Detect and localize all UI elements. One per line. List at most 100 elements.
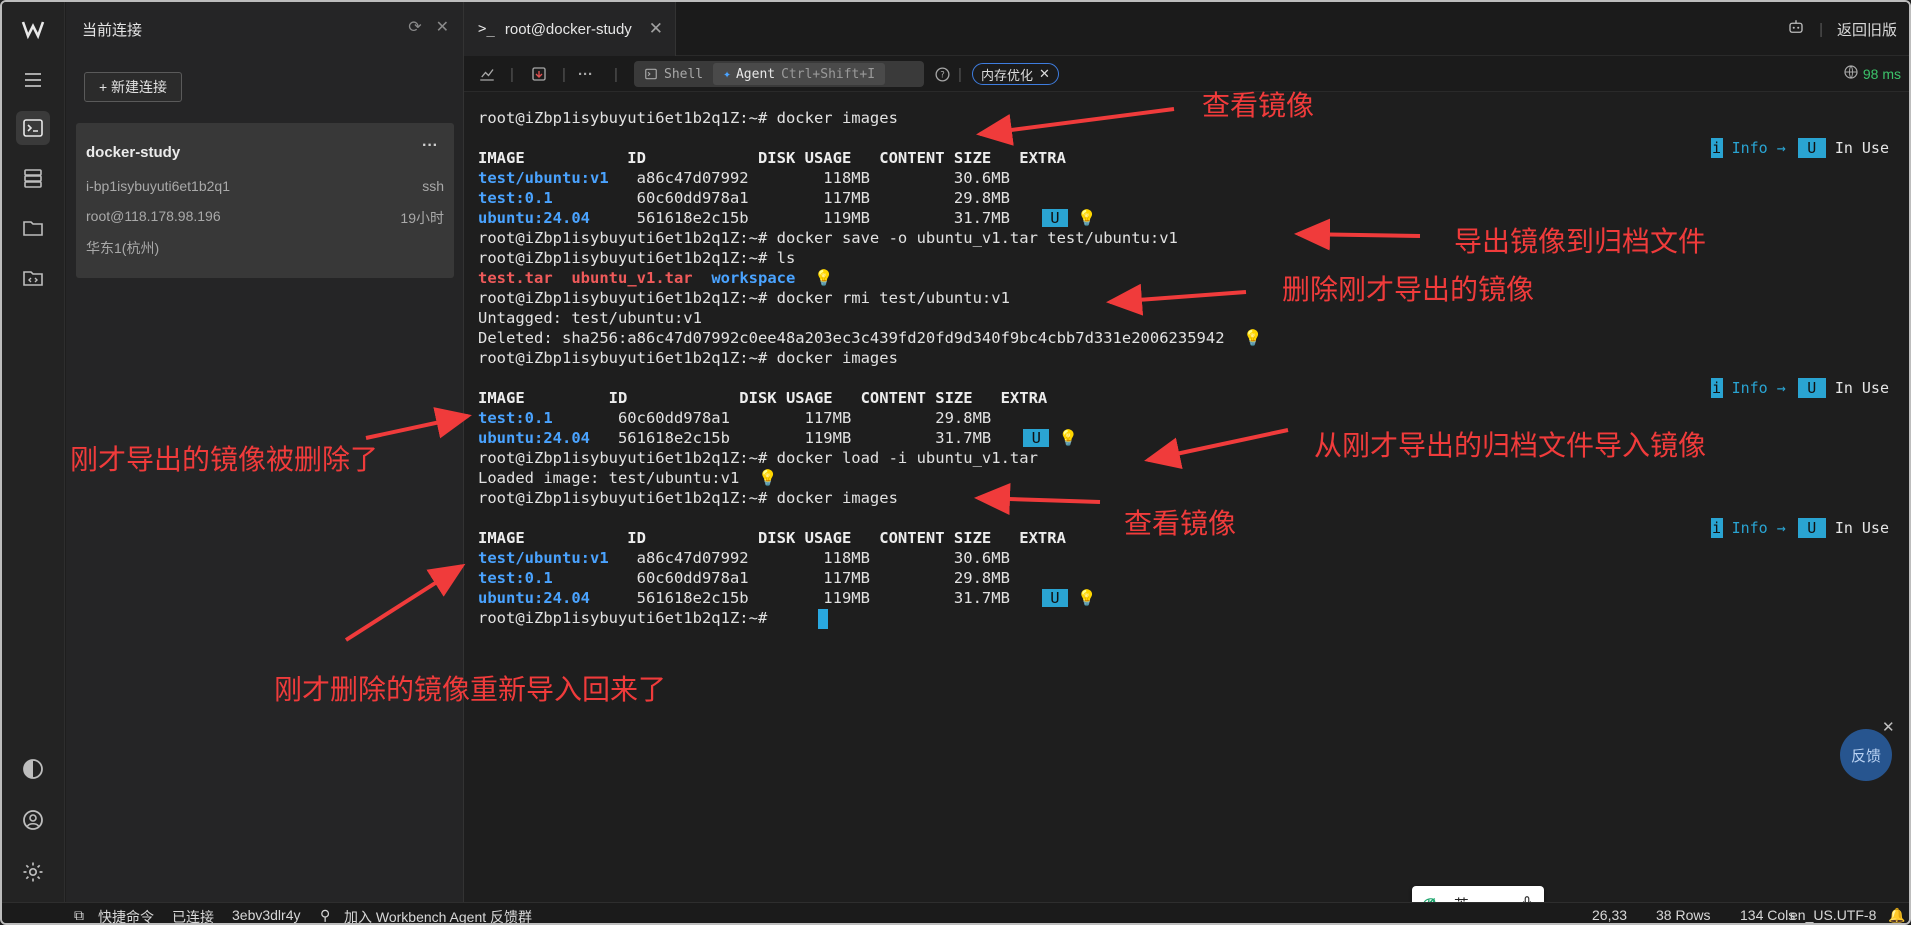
lightbulb-icon[interactable]: 💡: [1243, 329, 1262, 347]
terminal-line: root@iZbp1isybuyuti6et1b2q1Z:~# docker s…: [478, 229, 1178, 247]
latency-indicator: 98 ms: [1843, 64, 1901, 83]
image-name: test:0.1: [478, 189, 553, 207]
lightbulb-icon[interactable]: 💡: [1059, 429, 1078, 447]
agent-shortcut: Ctrl+Shift+I: [781, 66, 876, 82]
shell-label: Shell: [664, 66, 704, 82]
refresh-icon[interactable]: ⟳: [408, 17, 421, 37]
lightbulb-icon[interactable]: 💡: [1077, 589, 1096, 607]
image-row: test:0.1 60c60dd978a1 117MB 29.8MB: [478, 569, 1010, 587]
user-host: root@118.178.98.196: [86, 208, 221, 224]
close-icon[interactable]: ✕: [436, 17, 449, 37]
terminal-line: Untagged: test/ubuntu:v1: [478, 309, 702, 327]
cols-count: 134 Cols: [1740, 907, 1796, 923]
tab-close-icon[interactable]: ✕: [649, 19, 663, 39]
chart-icon[interactable]: [478, 62, 496, 86]
tab-label: root@docker-study: [504, 20, 632, 38]
terminal-output[interactable]: root@iZbp1isybuyuti6et1b2q1Z:~# docker i…: [464, 92, 1909, 902]
info-badge[interactable]: i Info → U In Use: [1710, 378, 1889, 398]
info-badge[interactable]: i Info → U In Use: [1710, 518, 1889, 538]
more-options-icon[interactable]: ···: [422, 137, 438, 155]
connection-name: docker-study: [86, 144, 181, 161]
image-name: ubuntu:24.04: [478, 209, 590, 227]
in-use-badge: U: [1041, 209, 1068, 227]
table-header: IMAGE ID DISK USAGE CONTENT SIZE EXTRA: [478, 529, 1066, 547]
group-icon: ⚲: [320, 907, 331, 923]
status-bar: ⧉ 快捷命令 已连接 3ebv3dlr4y ⚲ 加入 Workbench Age…: [2, 902, 1909, 925]
image-row: test:0.1 60c60dd978a1 117MB 29.8MB: [478, 409, 992, 427]
new-connection-button[interactable]: + 新建连接: [84, 72, 182, 102]
join-feedback-group[interactable]: 加入 Workbench Agent 反馈群: [344, 907, 532, 923]
app-window: 当前连接 ⟳ ✕ + 新建连接 docker-study ··· i-bp1is…: [0, 0, 1911, 925]
menu-icon[interactable]: [16, 63, 50, 97]
memory-optimize-chip[interactable]: 内存优化 ✕: [972, 63, 1059, 85]
shell-mode-button[interactable]: Shell: [634, 63, 713, 85]
tab-docker-study[interactable]: >_ root@docker-study ✕: [464, 2, 676, 56]
theme-toggle-icon[interactable]: [16, 752, 50, 786]
ls-output: test.tar ubuntu_v1.tar workspace 💡: [478, 269, 834, 287]
instance-id: i-bp1isybuyuti6et1b2q1: [86, 178, 230, 194]
folder-icon[interactable]: [16, 211, 50, 245]
memory-chip-label: 内存优化: [981, 67, 1034, 83]
prompt-line: root@iZbp1isybuyuti6et1b2q1Z:~#: [478, 609, 777, 627]
lightbulb-icon[interactable]: 💡: [758, 469, 777, 487]
chip-close-icon[interactable]: ✕: [1039, 66, 1050, 82]
settings-gear-icon[interactable]: [16, 855, 50, 889]
code-folder-icon[interactable]: [16, 261, 50, 295]
last-seen: 19小时: [400, 210, 444, 226]
logo-icon: [16, 12, 50, 46]
svg-text:?: ?: [940, 70, 945, 80]
sparkle-icon: ✦: [723, 66, 731, 82]
image-row: ubuntu:24.04 561618e2c15b 119MB 31.7MB U…: [478, 589, 1097, 607]
terminal-line: Loaded image: test/ubuntu:v1 💡: [478, 468, 777, 488]
agent-mode-button[interactable]: ✦ Agent Ctrl+Shift+I: [713, 63, 886, 85]
encoding[interactable]: en_US.UTF-8: [1790, 907, 1876, 923]
feedback-close-icon[interactable]: ✕: [1882, 718, 1895, 736]
annotation-view-images-2: 查看镜像: [1124, 507, 1237, 540]
top-right-actions: | 返回旧版: [1787, 18, 1897, 40]
table-header: IMAGE ID DISK USAGE CONTENT SIZE EXTRA: [478, 389, 1048, 407]
annotation-export-image: 导出镜像到归档文件: [1454, 225, 1707, 258]
user-icon[interactable]: [16, 803, 50, 837]
terminal-icon[interactable]: [16, 111, 50, 145]
terminal-line: root@iZbp1isybuyuti6et1b2q1Z:~# docker i…: [478, 349, 898, 367]
deleted-line: Deleted: sha256:a86c47d07992c0ee48a203ec…: [478, 329, 1225, 347]
divider: |: [958, 65, 962, 83]
activity-bar: [2, 2, 65, 902]
terminal-line: root@iZbp1isybuyuti6et1b2q1Z:~# ls: [478, 249, 796, 267]
connection-status: 已连接: [172, 909, 214, 925]
help-icon[interactable]: ?: [934, 62, 951, 86]
image-name: test/ubuntu:v1: [478, 169, 609, 187]
upload-icon[interactable]: [530, 62, 548, 86]
terminal-line: root@iZbp1isybuyuti6et1b2q1Z:~# docker r…: [478, 289, 1010, 307]
info-badge[interactable]: i Info → U In Use: [1710, 138, 1889, 158]
annotation-view-images: 查看镜像: [1202, 89, 1315, 122]
annotation-image-deleted: 刚才导出的镜像被删除了: [70, 443, 379, 476]
legacy-version-link[interactable]: 返回旧版: [1837, 19, 1897, 40]
region-label: 华东1(杭州): [86, 240, 160, 256]
quick-command[interactable]: 快捷命令: [98, 907, 154, 923]
connection-card[interactable]: docker-study ··· i-bp1isybuyuti6et1b2q1 …: [76, 123, 454, 278]
terminal-line: Deleted: sha256:a86c47d07992c0ee48a203ec…: [478, 328, 1263, 348]
session-id: 3ebv3dlr4y: [232, 907, 301, 923]
server-list-icon[interactable]: [16, 161, 50, 195]
image-row: ubuntu:24.04 561618e2c15b 119MB 31.7MB U…: [478, 429, 1078, 447]
divider: |: [614, 65, 618, 83]
cursor-position: 26,33: [1592, 907, 1628, 923]
in-use-badge: U: [1023, 429, 1050, 447]
bell-icon[interactable]: 🔔: [1888, 907, 1905, 923]
table-header: IMAGE ID DISK USAGE CONTENT SIZE EXTRA: [478, 149, 1066, 167]
more-icon[interactable]: ···: [578, 62, 593, 86]
terminal-line: root@iZbp1isybuyuti6et1b2q1Z:~# docker i…: [478, 489, 898, 507]
terminal-toolbar: | | ··· | Shell ✦ Agent Ctrl+Shift+I ? |…: [464, 56, 1909, 92]
loaded-line: Loaded image: test/ubuntu:v1: [478, 469, 740, 487]
lightbulb-icon[interactable]: 💡: [1077, 209, 1096, 227]
lightbulb-icon[interactable]: 💡: [814, 269, 833, 287]
quick-command-icon[interactable]: ⧉: [74, 907, 84, 923]
divider: |: [562, 65, 566, 83]
feedback-button[interactable]: 反馈: [1840, 729, 1892, 781]
annotation-load-image: 从刚才导出的归档文件导入镜像: [1314, 429, 1707, 462]
protocol-label: ssh: [422, 178, 444, 194]
rows-count: 38 Rows: [1656, 907, 1711, 923]
robot-icon[interactable]: [1787, 18, 1805, 40]
terminal-cursor: [818, 609, 828, 629]
